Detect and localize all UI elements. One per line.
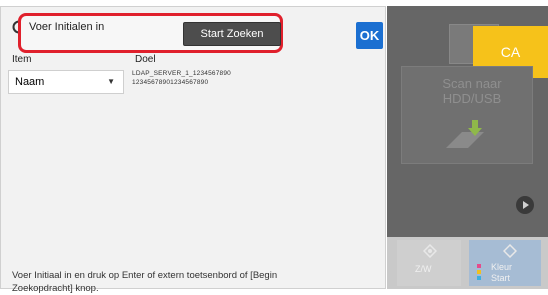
destination-line-2: 12345678901234567890 — [132, 79, 209, 86]
scan-to-hdd-usb-label: Scan naar HDD/USB — [442, 76, 502, 106]
chevron-down-icon: ▼ — [107, 77, 115, 86]
search-bar: Voer Initialen in Start Zoeken — [18, 13, 283, 53]
start-label: Start — [491, 273, 511, 283]
destination-column-header: Doel — [135, 54, 156, 65]
destination-value: LDAP_SERVER_1_1234567890 123456789012345… — [132, 69, 231, 87]
start-search-button[interactable]: Start Zoeken — [183, 22, 281, 46]
color-label: Kleur — [491, 262, 513, 272]
item-column-header: Item — [12, 54, 32, 65]
ok-button[interactable]: OK — [356, 22, 383, 49]
address-search-screen: Voer Initialen in Start Zoeken OK Item D… — [0, 0, 548, 295]
cyan-dot — [477, 276, 481, 280]
start-buttons-area: Z/W Kleur Start — [387, 237, 548, 289]
item-select[interactable]: Naam ▼ — [8, 70, 124, 94]
bw-label: Z/W — [415, 264, 432, 274]
destination-line-1: LDAP_SERVER_1_1234567890 — [132, 70, 232, 77]
play-icon[interactable] — [515, 195, 535, 215]
scan-to-storage-icon — [446, 120, 484, 148]
initials-input[interactable]: Voer Initialen in — [29, 21, 159, 47]
start-diamond-icon — [423, 244, 437, 258]
bw-start-button[interactable]: Z/W — [397, 240, 461, 286]
start-diamond-icon — [503, 244, 517, 258]
color-start-button[interactable]: Kleur Start — [469, 240, 541, 286]
search-panel: Voer Initialen in Start Zoeken OK Item D… — [0, 6, 386, 294]
item-select-value: Naam — [15, 76, 45, 88]
magenta-dot — [477, 264, 481, 268]
instruction-text: Voer Initiaal in en druk op Enter of ext… — [12, 270, 278, 294]
yellow-dot — [477, 270, 481, 274]
